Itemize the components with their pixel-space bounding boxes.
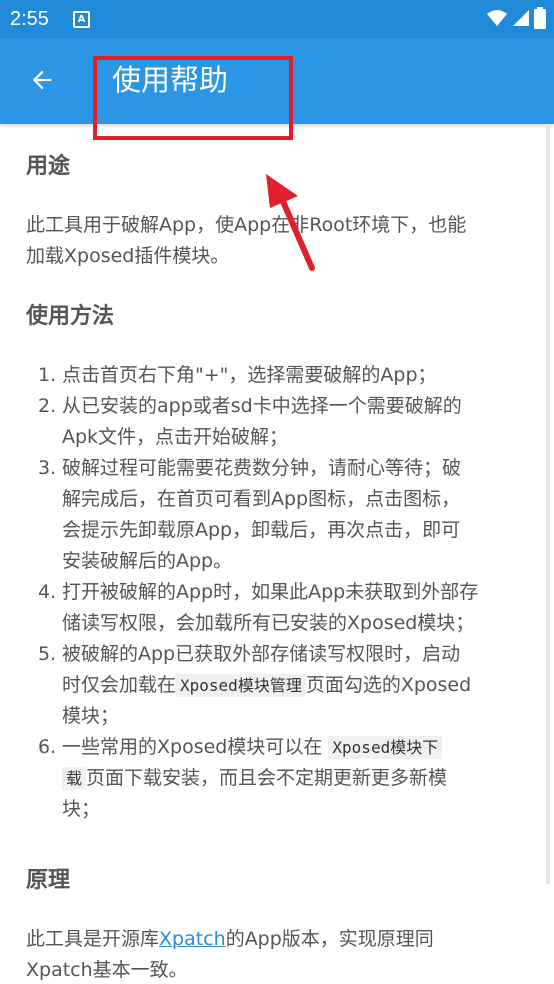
arrow-back-icon: [32, 70, 52, 90]
notification-icon: A: [73, 11, 90, 28]
wifi-icon: [487, 10, 507, 26]
signal-icon: [513, 10, 529, 26]
principle-line: Xpatch基本一致。: [26, 959, 188, 981]
help-content[interactable]: 用途 此工具用于破解App，使App在非Root环境下，也能 加载Xposed插…: [0, 124, 554, 984]
back-button[interactable]: [22, 60, 62, 100]
usage-steps: 1. 点击首页右下角"+"，选择需要破解的App； 2. 从已安装的app或者s…: [26, 360, 536, 825]
step-line: 解完成后，在首页可看到App图标，点击图标，: [62, 488, 461, 510]
step-line: 点击首页右下角"+"，选择需要破解的App；: [62, 364, 437, 386]
list-item: 1. 点击首页右下角"+"，选择需要破解的App；: [26, 360, 536, 391]
step-number: 6.: [38, 736, 57, 758]
principle-text: 此工具是开源库Xpatch的App版本，实现原理同 Xpatch基本一致。: [26, 924, 526, 984]
step-line: 打开被破解的App时，如果此App未获取到外部存: [62, 581, 479, 603]
step-number: 4.: [38, 581, 57, 603]
step-number: 3.: [38, 457, 57, 479]
step-number: 1.: [38, 364, 57, 386]
step-number: 2.: [38, 395, 57, 417]
step-text: 时仅会加载在: [62, 674, 177, 696]
list-item: 3. 破解过程可能需要花费数分钟，请耐心等待；破 解完成后，在首页可看到App图…: [26, 453, 536, 577]
section-title-usage: 使用方法: [26, 304, 115, 329]
step-number: 5.: [38, 643, 57, 665]
step-line: 时仅会加载在 Xposed模块管理 页面勾选的Xposed: [62, 670, 536, 701]
section-title-purpose: 用途: [26, 154, 71, 179]
step-line: 一些常用的Xposed模块可以在 Xposed模块下: [62, 732, 536, 763]
step-line: 块；: [62, 798, 101, 820]
purpose-text: 此工具用于破解App，使App在非Root环境下，也能 加载Xposed插件模块…: [26, 210, 526, 272]
step-line: 安装破解后的App。: [62, 550, 233, 572]
status-bar: 2:55 A: [0, 0, 554, 38]
step-text: 页面下载安装，而且会不定期更新更多新模: [86, 767, 448, 789]
principle-text-post: 的App版本，实现原理同: [225, 928, 434, 950]
status-icons: [486, 7, 546, 29]
list-item: 4. 打开被破解的App时，如果此App未获取到外部存 储读写权限，会加载所有已…: [26, 577, 536, 639]
step-text: 一些常用的Xposed模块可以在: [62, 736, 323, 758]
code-xposed-download: Xposed模块下: [328, 736, 443, 759]
section-title-principle: 原理: [26, 868, 71, 893]
status-time: 2:55: [10, 8, 49, 30]
list-item: 6. 一些常用的Xposed模块可以在 Xposed模块下 载页面下载安装，而且…: [26, 732, 536, 825]
step-line: 从已安装的app或者sd卡中选择一个需要破解的: [62, 395, 462, 417]
step-line: 模块；: [62, 705, 120, 727]
step-text: 页面勾选的Xposed: [305, 674, 472, 696]
step-line: 载页面下载安装，而且会不定期更新更多新模: [62, 763, 536, 794]
purpose-line: 加载Xposed插件模块。: [26, 245, 230, 267]
step-line: 储读写权限，会加载所有已安装的Xposed模块；: [62, 612, 475, 634]
code-xposed-download-cont: 载: [62, 767, 87, 790]
battery-icon: [534, 7, 546, 29]
list-item: 2. 从已安装的app或者sd卡中选择一个需要破解的 Apk文件，点击开始破解；: [26, 391, 536, 453]
principle-line: 此工具是开源库Xpatch的App版本，实现原理同: [26, 924, 526, 955]
xpatch-link[interactable]: Xpatch: [159, 928, 226, 950]
step-line: 破解过程可能需要花费数分钟，请耐心等待；破: [62, 457, 462, 479]
scrollbar[interactable]: [546, 124, 550, 884]
list-item: 5. 被破解的App已获取外部存储读写权限时，启动 时仅会加载在 Xposed模块…: [26, 639, 536, 732]
step-line: Apk文件，点击开始破解；: [62, 426, 289, 448]
code-xposed-manager: Xposed模块管理: [176, 674, 306, 697]
step-line: 会提示先卸载原App，卸载后，再次点击，即可: [62, 519, 461, 541]
purpose-line: 此工具用于破解App，使App在非Root环境下，也能: [26, 214, 467, 236]
step-line: 被破解的App已获取外部存储读写权限时，启动: [62, 643, 461, 665]
principle-text-pre: 此工具是开源库: [26, 928, 160, 950]
